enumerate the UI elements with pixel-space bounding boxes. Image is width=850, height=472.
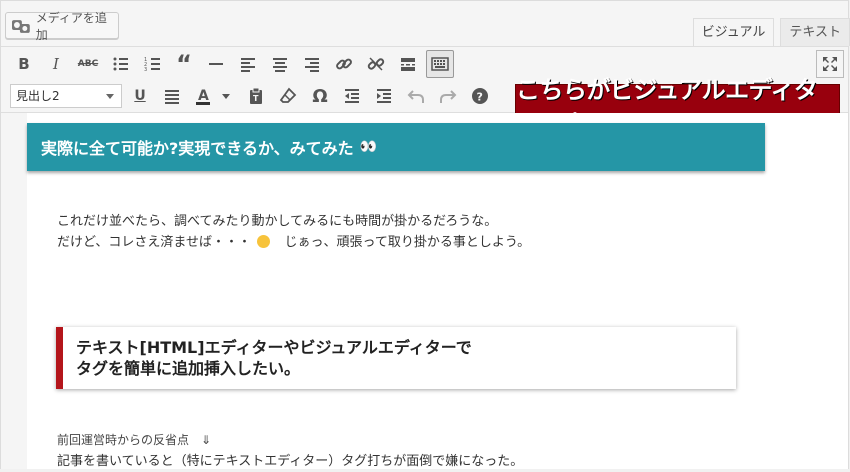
underline-icon[interactable]: U: [126, 82, 154, 110]
align-left-icon[interactable]: [234, 50, 262, 78]
strikethrough-icon[interactable]: ABC: [74, 50, 102, 78]
justify-icon[interactable]: [158, 82, 186, 110]
svg-text:T: T: [253, 94, 259, 103]
paragraph-line-3: 記事を書いていると（特にテキストエディター）タグ打ちが面倒で嫌になった。: [57, 454, 524, 469]
bold-icon[interactable]: B: [10, 50, 38, 78]
outdent-icon[interactable]: [338, 82, 366, 110]
numbered-list-icon[interactable]: 123: [138, 50, 166, 78]
add-media-label: メディアを追加: [35, 10, 107, 42]
heading-teal-text: 実際に全て可能か?実現できるか、みてみた: [41, 139, 354, 158]
tab-visual[interactable]: ビジュアル: [692, 18, 775, 46]
eyes-emoji-icon: 👀: [359, 139, 378, 155]
bullet-list-icon[interactable]: [106, 50, 134, 78]
text-color-icon[interactable]: A: [190, 82, 236, 110]
unlink-icon[interactable]: [362, 50, 390, 78]
editor-content[interactable]: 実際に全て可能か?実現できるか、みてみた 👀 これだけ並べたら、調べてみたり動か…: [27, 113, 848, 469]
add-media-button[interactable]: メディアを追加: [5, 11, 119, 42]
heading-red-accent: テキスト[HTML]エディターやビジュアルエディターで タグを簡単に追加挿入した…: [56, 327, 736, 389]
indent-icon[interactable]: [370, 82, 398, 110]
help-icon[interactable]: ?: [466, 82, 494, 110]
blockquote-icon[interactable]: “: [170, 50, 198, 78]
read-more-icon[interactable]: [394, 50, 422, 78]
editor-tabs: ビジュアル テキスト: [687, 18, 850, 46]
relieved-face-icon: [257, 235, 271, 248]
heading-red-line-2: タグを簡単に追加挿入したい。: [76, 359, 301, 378]
italic-icon[interactable]: I: [42, 50, 70, 78]
tab-text[interactable]: テキスト: [780, 18, 850, 46]
media-camera-icon: [11, 19, 30, 33]
paragraph-line-2: だけど、コレさえ済ませば・・・ じぁっ、頑張って取り掛かる事としよう。: [57, 232, 530, 253]
align-center-icon[interactable]: [266, 50, 294, 78]
heading-red-line-1: テキスト[HTML]エディターやビジュアルエディターで: [76, 338, 472, 357]
paragraph-line-1: これだけ並べたら、調べてみたり動かしてみるにも時間が掛かるだろうな。: [57, 214, 498, 229]
undo-icon[interactable]: [402, 82, 430, 110]
clear-formatting-icon[interactable]: [274, 82, 302, 110]
note-line: 前回運営時からの反省点 ⇓: [57, 433, 212, 447]
paragraph-line-2b: じぁっ、頑張って取り掛かる事としよう。: [284, 235, 531, 250]
link-icon[interactable]: [330, 50, 358, 78]
svg-text:?: ?: [477, 91, 483, 104]
align-right-icon[interactable]: [298, 50, 326, 78]
special-character-icon[interactable]: Ω: [306, 82, 334, 110]
paste-as-text-icon[interactable]: T: [242, 82, 270, 110]
chevron-down-icon: [106, 94, 114, 99]
horizontal-rule-icon[interactable]: [202, 50, 230, 78]
heading-teal: 実際に全て可能か?実現できるか、みてみた 👀: [27, 123, 765, 171]
editor-margin: [1, 113, 27, 469]
format-select[interactable]: 見出し2: [10, 84, 122, 108]
svg-text:3: 3: [144, 67, 147, 73]
redo-icon[interactable]: [434, 82, 462, 110]
svg-text:A: A: [198, 88, 209, 104]
format-select-value: 見出し2: [16, 89, 60, 103]
paragraph-line-2a: だけど、コレさえ済ませば・・・: [57, 235, 251, 250]
toolbar-toggle-icon[interactable]: [426, 50, 454, 78]
